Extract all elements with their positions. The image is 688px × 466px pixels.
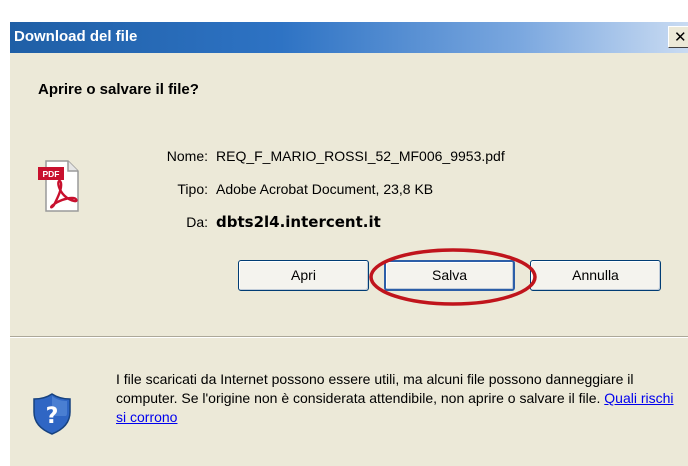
- download-dialog: Download del file ✕ Aprire o salvare il …: [10, 22, 688, 466]
- close-button[interactable]: ✕: [668, 26, 688, 48]
- name-value: REQ_F_MARIO_ROSSI_52_MF006_9953.pdf: [216, 148, 505, 164]
- warning-message: I file scaricati da Internet possono ess…: [116, 371, 634, 406]
- type-value: Adobe Acrobat Document, 23,8 KB: [216, 181, 434, 197]
- save-button[interactable]: Salva: [384, 260, 515, 291]
- open-button[interactable]: Apri: [238, 260, 369, 291]
- svg-text:?: ?: [46, 404, 59, 429]
- close-icon: ✕: [674, 28, 687, 46]
- window-title: Download del file: [14, 28, 138, 45]
- warning-text: I file scaricati da Internet possono ess…: [116, 370, 686, 427]
- from-label: Da:: [186, 214, 208, 230]
- cancel-button[interactable]: Annulla: [530, 260, 661, 291]
- shield-help-icon: ?: [33, 393, 71, 435]
- dialog-heading: Aprire o salvare il file?: [38, 81, 199, 98]
- type-label: Tipo:: [177, 181, 208, 197]
- from-value: dbts2l4.intercent.it: [216, 213, 381, 231]
- name-label: Nome:: [166, 148, 208, 164]
- pdf-badge-label: PDF: [43, 169, 60, 179]
- title-bar[interactable]: Download del file ✕: [10, 22, 688, 53]
